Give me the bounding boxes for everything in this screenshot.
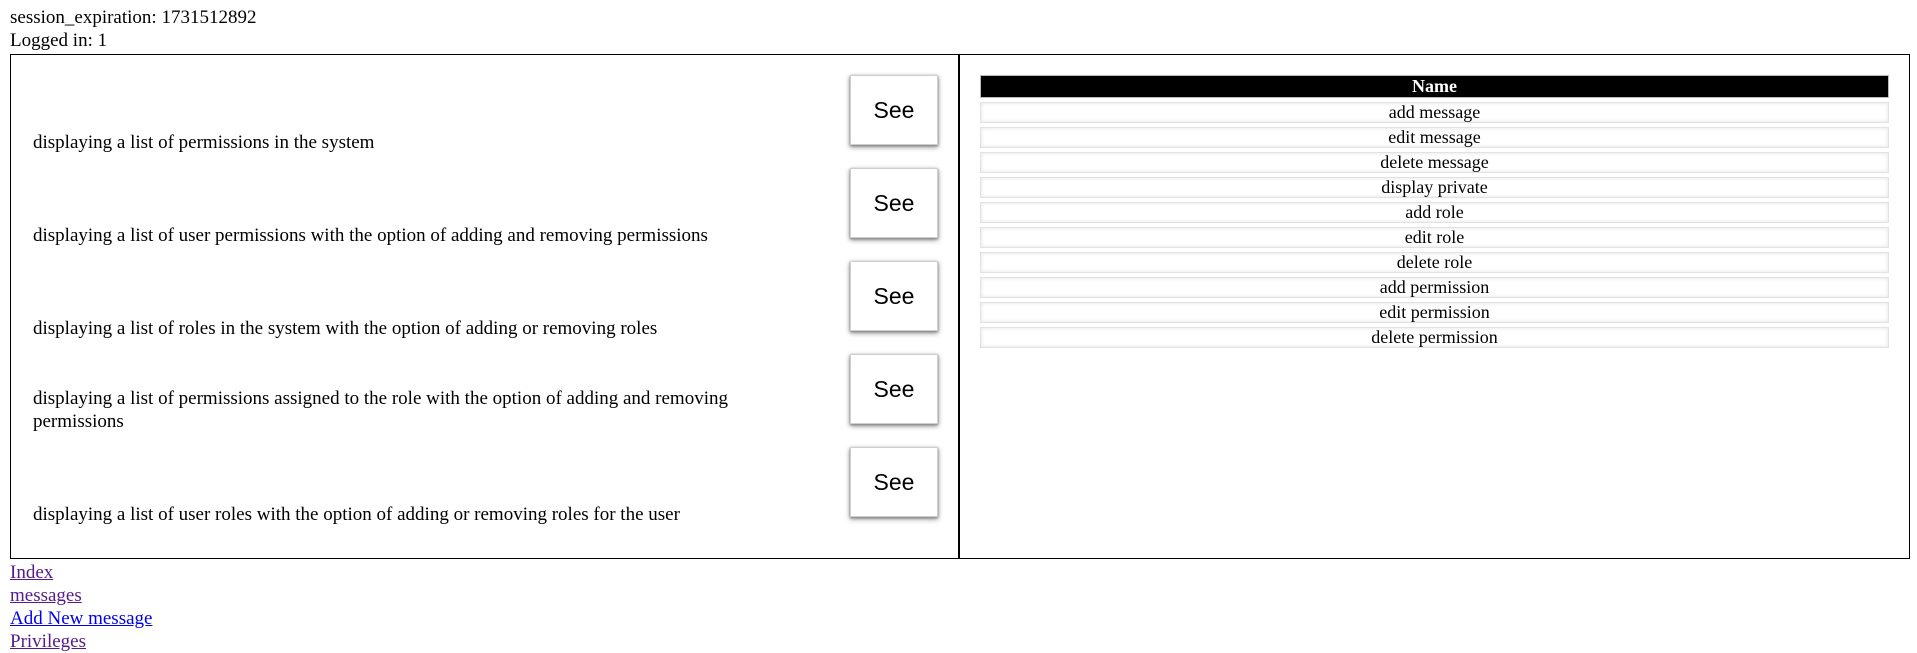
column-header-name: Name (980, 75, 1889, 98)
feature-description: displaying a list of permissions assigne… (33, 388, 728, 432)
feature-list-panel: displaying a list of permissions in the … (11, 55, 960, 558)
table-row: edit message (980, 127, 1889, 148)
link-index[interactable]: Index (10, 561, 53, 584)
permissions-table: Name add message edit message delete mes… (980, 71, 1889, 352)
nav-links: Index messages Add New message Privilege… (10, 561, 1910, 653)
feature-row: displaying a list of user roles with the… (33, 447, 938, 540)
see-button[interactable]: See (850, 75, 938, 145)
table-header-row: Name (980, 75, 1889, 98)
main-panels: displaying a list of permissions in the … (10, 54, 1910, 559)
permission-name-cell: delete message (980, 152, 1889, 173)
permission-name-cell: add permission (980, 277, 1889, 298)
table-row: delete permission (980, 327, 1889, 348)
permission-name-cell: display private (980, 177, 1889, 198)
feature-description: displaying a list of user permissions wi… (33, 225, 708, 246)
see-button[interactable]: See (850, 261, 938, 331)
table-row: edit role (980, 227, 1889, 248)
feature-description: displaying a list of roles in the system… (33, 318, 658, 339)
see-button[interactable]: See (850, 447, 938, 517)
logged-in-status: Logged in: 1 (10, 30, 108, 51)
page: session_expiration: 1731512892 Logged in… (10, 6, 1910, 653)
link-messages[interactable]: messages (10, 584, 82, 607)
table-row: display private (980, 177, 1889, 198)
feature-row: displaying a list of roles in the system… (33, 261, 938, 354)
see-button[interactable]: See (850, 168, 938, 238)
permission-name-cell: add role (980, 202, 1889, 223)
permission-name-cell: add message (980, 102, 1889, 123)
link-privileges[interactable]: Privileges (10, 630, 86, 653)
table-row: add message (980, 102, 1889, 123)
table-row: delete message (980, 152, 1889, 173)
feature-description: displaying a list of user roles with the… (33, 504, 680, 525)
see-button[interactable]: See (850, 354, 938, 424)
feature-description: displaying a list of permissions in the … (33, 132, 375, 153)
table-row: add role (980, 202, 1889, 223)
table-row: delete role (980, 252, 1889, 273)
table-row: edit permission (980, 302, 1889, 323)
feature-row: displaying a list of permissions in the … (33, 75, 938, 168)
permission-name-cell: delete role (980, 252, 1889, 273)
permissions-panel: Name add message edit message delete mes… (960, 55, 1909, 558)
permission-name-cell: edit message (980, 127, 1889, 148)
permission-name-cell: delete permission (980, 327, 1889, 348)
feature-row: displaying a list of user permissions wi… (33, 168, 938, 261)
feature-row: displaying a list of permissions assigne… (33, 354, 938, 447)
session-expiration: session_expiration: 1731512892 (10, 7, 257, 28)
table-row: add permission (980, 277, 1889, 298)
link-add-new-message[interactable]: Add New message (10, 607, 152, 630)
permission-name-cell: edit permission (980, 302, 1889, 323)
permission-name-cell: edit role (980, 227, 1889, 248)
